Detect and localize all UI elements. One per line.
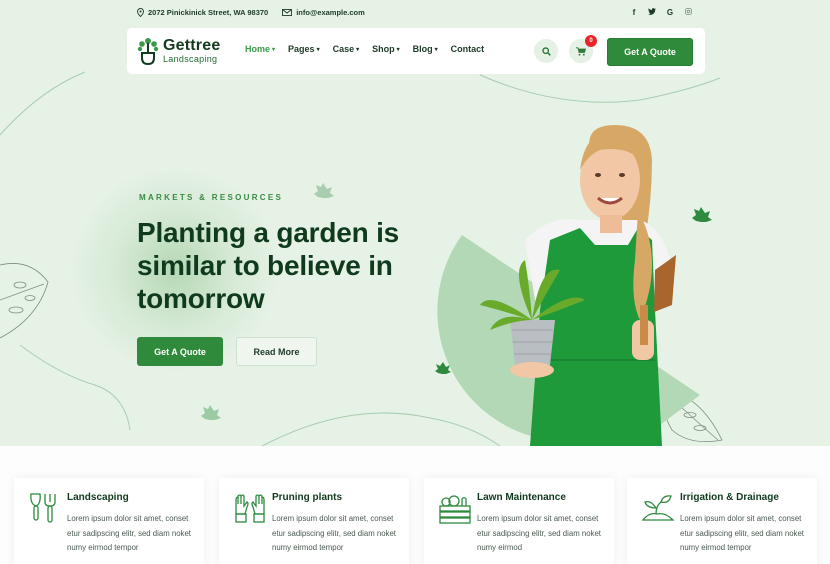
service-card-irrigation[interactable]: Irrigation & Drainage Lorem ipsum dolor … bbox=[627, 478, 817, 564]
search-button[interactable] bbox=[534, 39, 558, 63]
chevron-down-icon: ▾ bbox=[356, 46, 360, 53]
read-more-button[interactable]: Read More bbox=[236, 337, 317, 366]
nav-item-pages[interactable]: Pages ▾ bbox=[288, 44, 320, 54]
service-card-pruning[interactable]: Pruning plants Lorem ipsum dolor sit ame… bbox=[219, 478, 409, 564]
chevron-down-icon: ▾ bbox=[316, 46, 320, 53]
service-title: Pruning plants bbox=[272, 492, 342, 503]
hero-headline: Planting a garden is similar to believe … bbox=[137, 217, 400, 314]
service-description: Lorem ipsum dolor sit amet, conset etur … bbox=[477, 514, 601, 552]
leaf-icon bbox=[314, 183, 334, 198]
instagram-icon[interactable] bbox=[684, 8, 692, 17]
logo-subtitle: Landscaping bbox=[163, 54, 218, 64]
sprout-icon bbox=[641, 495, 675, 521]
gardener-woman-image bbox=[480, 125, 676, 446]
nav-item-label: Contact bbox=[450, 44, 485, 54]
nav-item-label: Pages bbox=[288, 44, 315, 54]
google-icon[interactable]: G bbox=[666, 8, 674, 17]
main-navbar: Gettree Landscaping Home ▾ Pages ▾ Case … bbox=[127, 28, 705, 74]
logo-tree-shovel-icon bbox=[137, 38, 159, 65]
nav-item-label: Shop bbox=[372, 44, 395, 54]
gloves-icon bbox=[235, 494, 265, 523]
email-item[interactable]: info@example.com bbox=[282, 8, 365, 17]
services-section: Landscaping Lorem ipsum dolor sit amet, … bbox=[0, 446, 830, 564]
service-card-lawn[interactable]: Lawn Maintenance Lorem ipsum dolor sit a… bbox=[424, 478, 614, 564]
address-text: 2072 Pinickinick Street, WA 98370 bbox=[148, 8, 269, 17]
address-item: 2072 Pinickinick Street, WA 98370 bbox=[137, 8, 268, 17]
contact-bar: 2072 Pinickinick Street, WA 98370 info@e… bbox=[137, 8, 379, 17]
leaf-icon bbox=[201, 405, 221, 420]
email-text[interactable]: info@example.com bbox=[296, 8, 365, 17]
nav-item-shop[interactable]: Shop ▾ bbox=[372, 44, 400, 54]
chevron-down-icon: ▾ bbox=[434, 46, 438, 53]
hero-section: 2072 Pinickinick Street, WA 98370 info@e… bbox=[0, 0, 830, 446]
service-card-landscaping[interactable]: Landscaping Lorem ipsum dolor sit amet, … bbox=[14, 478, 204, 564]
nav-item-label: Case bbox=[332, 44, 355, 54]
nav-item-label: Blog bbox=[412, 44, 433, 54]
service-title: Irrigation & Drainage bbox=[680, 492, 779, 503]
nav-item-contact[interactable]: Contact bbox=[451, 44, 485, 54]
chevron-down-icon: ▾ bbox=[396, 46, 400, 53]
service-title: Lawn Maintenance bbox=[477, 492, 566, 503]
service-description: Lorem ipsum dolor sit amet, conset etur … bbox=[67, 514, 191, 552]
facebook-icon[interactable]: f bbox=[630, 8, 638, 17]
monstera-leaf-left bbox=[0, 263, 49, 339]
cart-icon bbox=[576, 46, 586, 56]
nav-item-home[interactable]: Home ▾ bbox=[245, 44, 275, 54]
vegetable-crate-icon bbox=[439, 495, 471, 524]
cart-button[interactable]: 0 bbox=[569, 35, 597, 63]
logo-title: Gettree bbox=[163, 37, 221, 54]
twitter-icon[interactable] bbox=[648, 8, 656, 17]
logo[interactable]: Gettree Landscaping bbox=[137, 37, 220, 65]
search-icon bbox=[541, 46, 551, 56]
service-title: Landscaping bbox=[67, 492, 129, 503]
main-menu: Home ▾ Pages ▾ Case ▾ Shop ▾ Blog ▾ Cont… bbox=[245, 44, 497, 54]
get-quote-button[interactable]: Get A Quote bbox=[137, 337, 223, 366]
service-description: Lorem ipsum dolor sit amet, conset etur … bbox=[272, 514, 396, 552]
social-links: f G bbox=[630, 8, 692, 17]
nav-item-label: Home bbox=[245, 44, 271, 54]
mail-icon bbox=[282, 9, 293, 16]
nav-item-blog[interactable]: Blog ▾ bbox=[413, 44, 438, 54]
location-pin-icon bbox=[137, 8, 144, 17]
get-quote-nav-button[interactable]: Get A Quote bbox=[607, 38, 693, 66]
chevron-down-icon: ▾ bbox=[272, 46, 276, 53]
hero-eyebrow: MARKETS & RESOURCES bbox=[139, 193, 284, 202]
garden-tools-icon bbox=[30, 493, 56, 523]
nav-item-case[interactable]: Case ▾ bbox=[333, 44, 360, 54]
service-description: Lorem ipsum dolor sit amet, conset etur … bbox=[680, 514, 804, 552]
cart-count-badge: 0 bbox=[585, 35, 597, 47]
